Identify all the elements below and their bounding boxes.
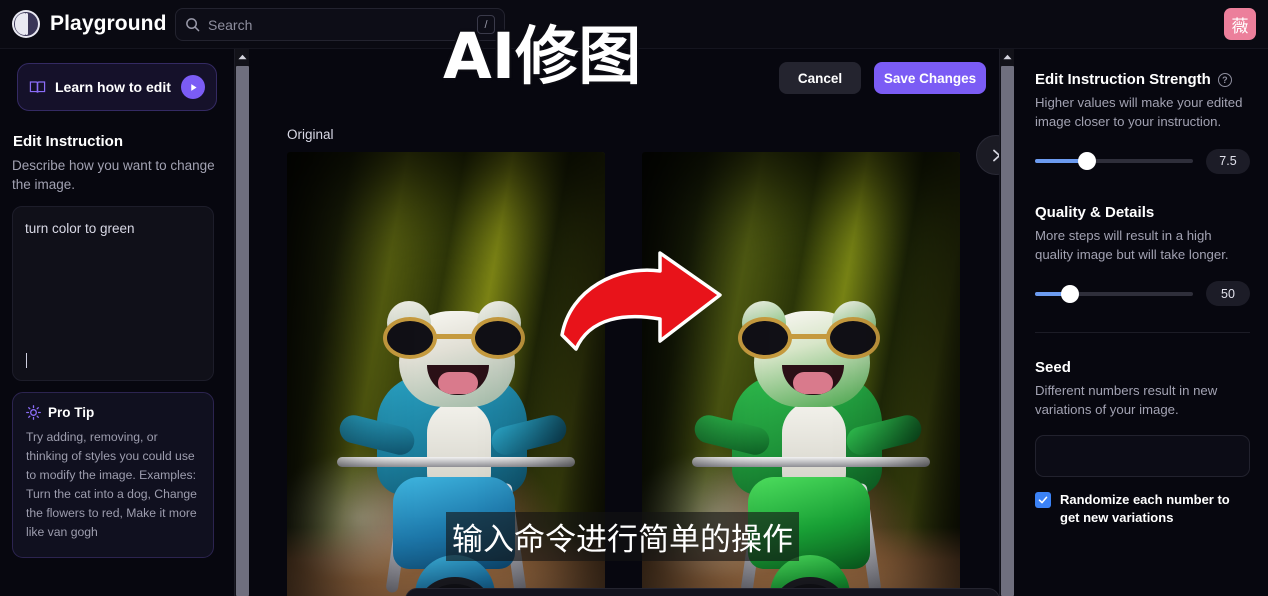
pro-tip-body: Try adding, removing, or thinking of sty… — [26, 430, 197, 540]
scrollbar-thumb[interactable] — [236, 66, 249, 596]
original-label: Original — [287, 127, 334, 142]
pro-tip-title: Pro Tip — [48, 405, 95, 421]
quality-description: More steps will result in a high quality… — [1035, 227, 1229, 262]
sidebar-scrollbar[interactable] — [234, 49, 249, 596]
strength-slider-row: 7.5 — [1035, 148, 1250, 174]
strength-title-label: Edit Instruction Strength — [1035, 71, 1211, 88]
quality-title: Quality & Details — [1035, 204, 1250, 221]
scroll-up-icon[interactable] — [1000, 49, 1015, 65]
strength-slider[interactable] — [1035, 152, 1193, 171]
edit-instruction-description: Describe how you want to change the imag… — [12, 158, 215, 193]
save-changes-button[interactable]: Save Changes — [874, 62, 986, 94]
edit-instruction-title: Edit Instruction — [13, 133, 123, 150]
avatar[interactable]: 薇 — [1224, 8, 1256, 40]
learn-how-to-edit-label: Learn how to edit — [55, 79, 171, 95]
brand[interactable]: Playground — [12, 10, 167, 38]
search-input[interactable] — [208, 16, 469, 33]
edit-instruction-value: turn color to green — [25, 221, 135, 237]
strength-value[interactable]: 7.5 — [1206, 148, 1250, 174]
search-icon — [186, 18, 200, 32]
action-buttons: Cancel Save Changes — [779, 62, 986, 94]
seed-description: Different numbers result in new variatio… — [1035, 383, 1218, 418]
randomize-checkbox[interactable] — [1035, 491, 1051, 508]
settings-panel: Edit Instruction Strength ? Higher value… — [1014, 49, 1268, 596]
book-icon — [29, 80, 46, 93]
chevron-right-icon — [992, 149, 999, 161]
help-circle-icon[interactable]: ? — [1217, 72, 1232, 87]
quality-value[interactable]: 50 — [1206, 281, 1250, 307]
edit-instruction-textarea[interactable]: turn color to green — [12, 206, 214, 382]
pro-tip-header: Pro Tip — [26, 405, 200, 420]
text-caret — [26, 353, 27, 369]
check-icon — [1038, 496, 1048, 503]
strength-description: Higher values will make your edited imag… — [1035, 95, 1243, 130]
quality-slider-row: 50 — [1035, 281, 1250, 307]
bottom-toolbar[interactable] — [405, 588, 999, 596]
next-image-button[interactable] — [976, 135, 999, 175]
quality-title-label: Quality & Details — [1035, 203, 1155, 221]
left-sidebar: Learn how to edit Edit Instruction Descr… — [0, 49, 234, 596]
seed-title: Seed — [1035, 359, 1250, 376]
randomize-row: Randomize each number to get new variati… — [1035, 491, 1250, 528]
strength-title: Edit Instruction Strength ? — [1035, 71, 1250, 88]
main-scrollbar[interactable] — [999, 49, 1014, 596]
overlay-subtitle: 输入命令进行简单的操作 — [446, 512, 799, 561]
seed-title-label: Seed — [1035, 359, 1071, 377]
lightbulb-icon — [26, 405, 41, 421]
pro-tip-card: Pro Tip Try adding, removing, or thinkin… — [12, 392, 214, 558]
learn-how-to-edit-button[interactable]: Learn how to edit — [17, 63, 217, 111]
randomize-label: Randomize each number to get new variati… — [1060, 491, 1230, 526]
playground-edit-screen: Playground / 薇 Learn how to edit Edit In… — [0, 0, 1268, 596]
scrollbar-thumb[interactable] — [1001, 66, 1014, 596]
scroll-up-icon[interactable] — [235, 49, 250, 65]
seed-input[interactable] — [1035, 434, 1250, 477]
quality-slider[interactable] — [1035, 284, 1193, 303]
playground-logo-icon — [12, 10, 40, 38]
brand-name: Playground — [50, 12, 167, 35]
panel-divider — [1035, 332, 1250, 334]
cancel-button[interactable]: Cancel — [779, 62, 861, 94]
red-arrow-right-icon — [556, 249, 726, 364]
play-icon[interactable] — [181, 75, 205, 99]
overlay-title: AI修图 — [443, 20, 642, 93]
